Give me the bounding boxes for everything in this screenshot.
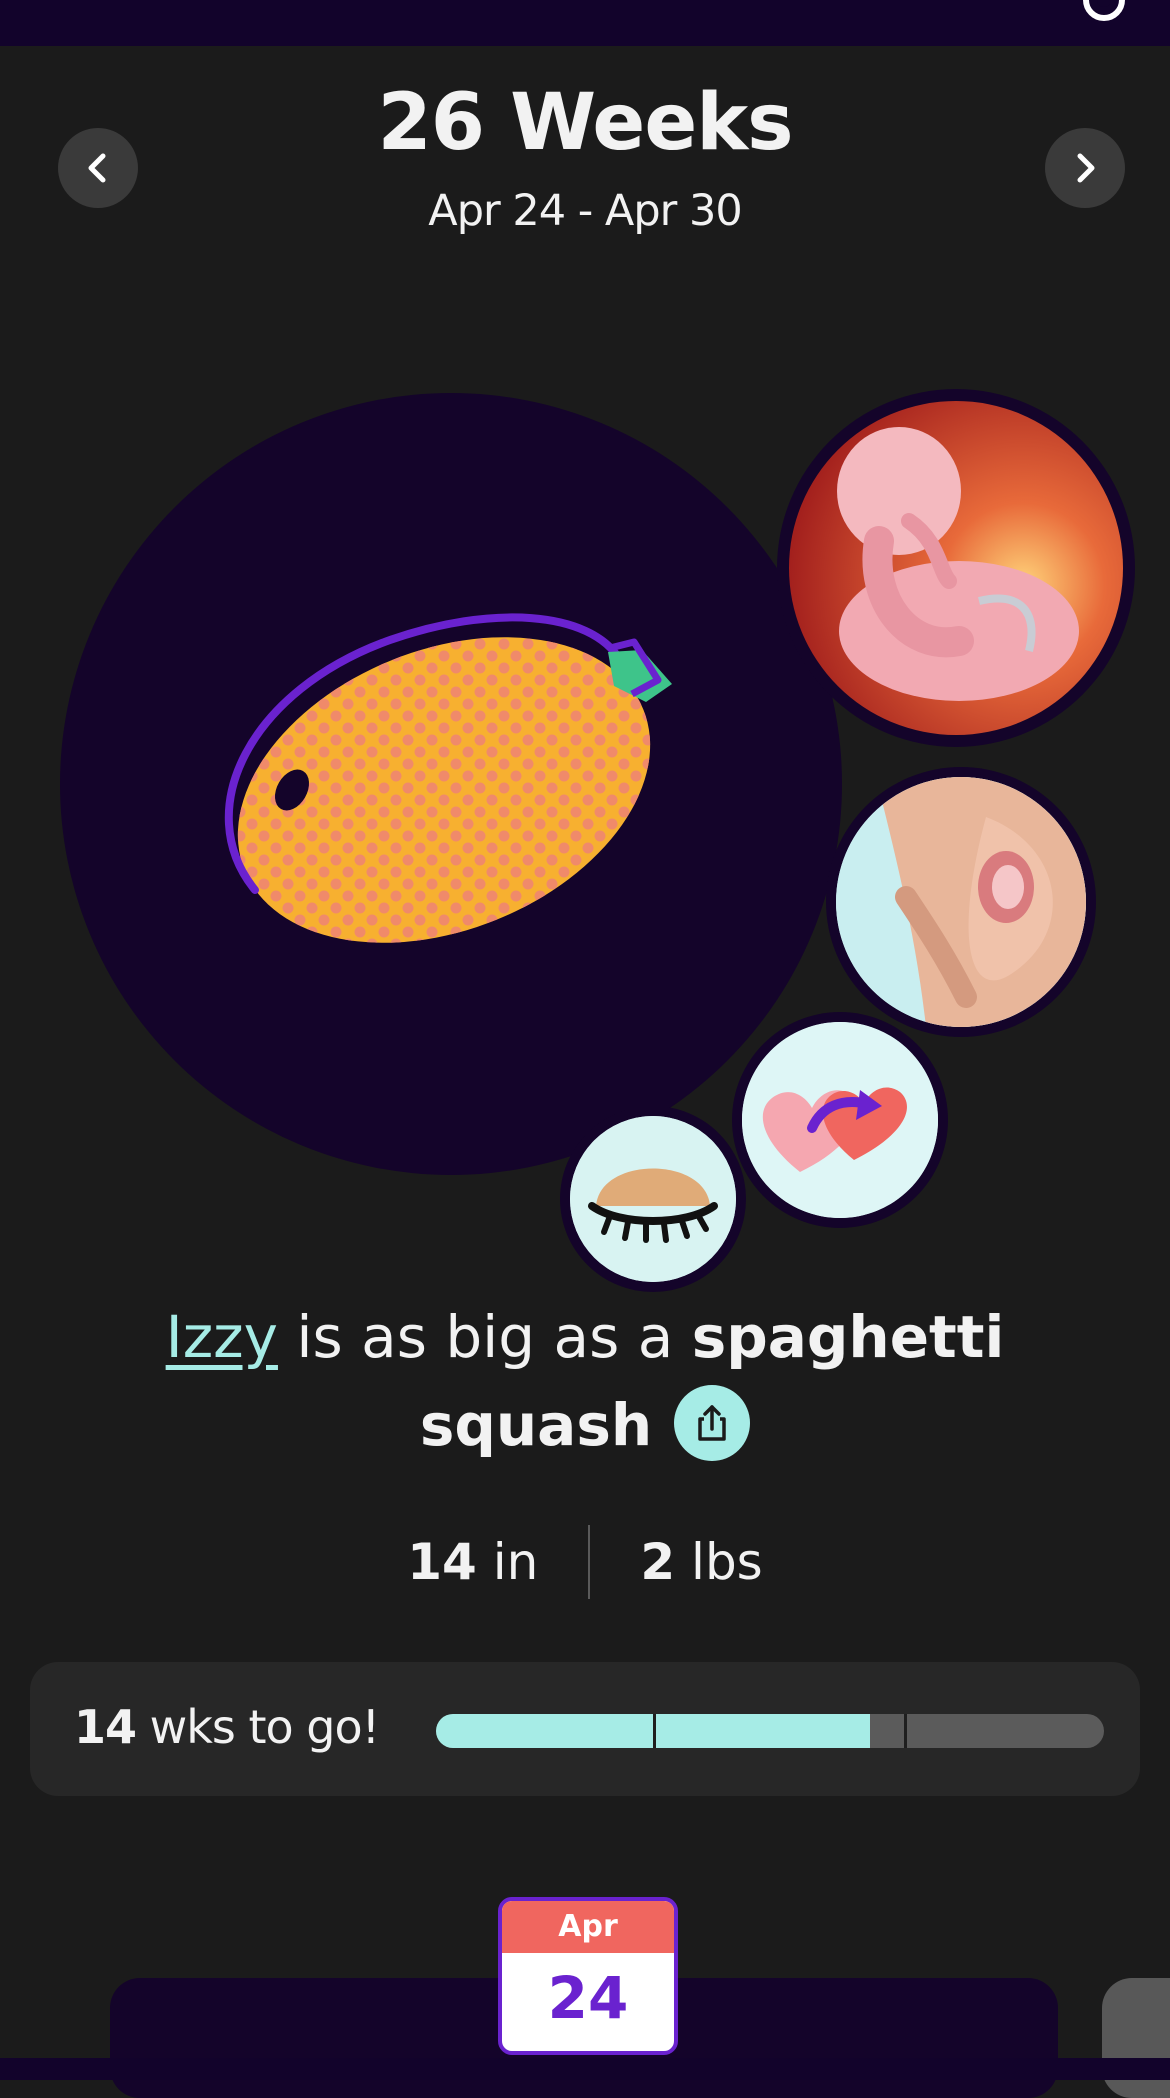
week-date-range: Apr 24 - Apr 30 — [428, 186, 742, 236]
size-comparison-text: Izzy is as big as a spaghetti squash — [100, 1293, 1070, 1469]
weight-value: 2 — [640, 1533, 676, 1591]
length-unit: in — [492, 1533, 539, 1591]
share-button[interactable] — [674, 1384, 751, 1461]
next-card-peek[interactable] — [1102, 1978, 1170, 2098]
pregnancy-progress-card[interactable]: 14 wks to go! — [30, 1662, 1140, 1796]
length-value: 14 — [407, 1533, 477, 1591]
bottom-tab-bar — [0, 2058, 1170, 2080]
calendar-month: Apr — [502, 1901, 674, 1953]
calendar-day: 24 — [547, 1964, 629, 2032]
pregnant-body-button[interactable] — [826, 767, 1096, 1037]
pregnancy-progress-bar — [436, 1714, 1104, 1748]
weeks-to-go-text: 14 wks to go! — [74, 1700, 380, 1754]
pregnant-body-image — [836, 777, 1086, 1027]
trimester-tick — [653, 1714, 657, 1748]
closed-eye-icon — [570, 1116, 736, 1282]
next-week-button[interactable] — [1045, 128, 1125, 208]
share-icon — [698, 1405, 726, 1441]
weeks-left-value: 14 — [74, 1700, 137, 1754]
top-bar — [0, 0, 1170, 46]
chevron-right-icon — [1077, 153, 1095, 183]
size-connector-text: is as big as a — [277, 1303, 692, 1371]
weight-unit: lbs — [691, 1533, 763, 1591]
gear-icon[interactable] — [1074, 0, 1134, 30]
trimester-tick — [903, 1714, 907, 1748]
baby-development-eye-button[interactable] — [560, 1106, 746, 1292]
size-metrics: 14 in 2 lbs — [0, 1522, 1170, 1602]
week-title: 26 Weeks — [377, 78, 793, 168]
baby-name-link[interactable]: Izzy — [166, 1303, 278, 1371]
hearts-icon — [742, 1022, 938, 1218]
fetus-photo-button[interactable] — [777, 389, 1135, 747]
weeks-left-label: wks to go! — [149, 1700, 380, 1754]
calendar-icon: Apr 24 — [498, 1897, 678, 2055]
length-metric: 14 in — [357, 1533, 588, 1591]
relationship-tips-button[interactable] — [732, 1012, 948, 1228]
spaghetti-squash-illustration — [210, 590, 690, 970]
weight-metric: 2 lbs — [590, 1533, 812, 1591]
fetus-image — [789, 401, 1123, 735]
